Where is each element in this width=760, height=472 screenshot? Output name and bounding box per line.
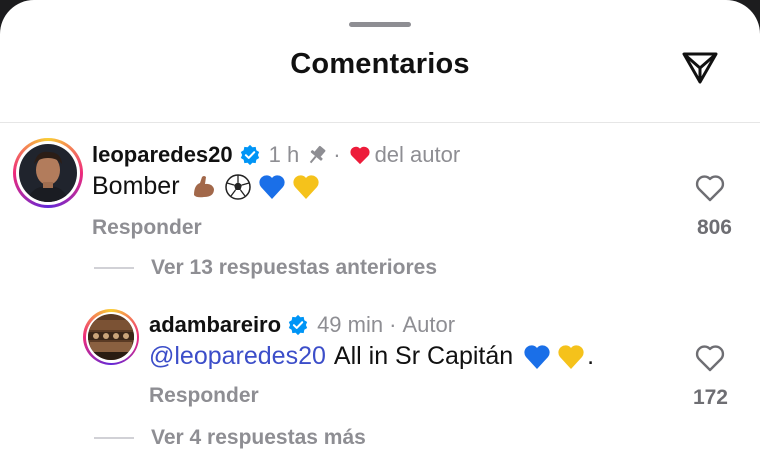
comment-meta: leoparedes20 1 h · del autor	[92, 142, 460, 168]
reply-trailing-period: .	[587, 342, 595, 370]
comment-text: Bomber	[92, 172, 320, 201]
view-replies-link[interactable]: Ver 13 respuestas anteriores	[151, 256, 437, 280]
liked-by-author-label: del autor	[374, 142, 461, 167]
header-divider	[0, 122, 760, 123]
reply-body: All in Sr Capitán	[333, 342, 514, 370]
blue-heart-icon	[258, 174, 285, 199]
like-count: 806	[696, 216, 732, 239]
like-count: 172	[692, 386, 728, 409]
thread-line	[94, 267, 134, 269]
like-heart-icon[interactable]	[694, 343, 726, 373]
thread-line	[94, 437, 134, 439]
comment-body: Bomber	[92, 172, 180, 200]
reply-avatar-image	[88, 314, 134, 360]
send-icon[interactable]	[680, 46, 720, 86]
heart-icon	[349, 146, 370, 165]
reply-button[interactable]: Responder	[149, 384, 259, 408]
drag-handle[interactable]	[349, 22, 411, 27]
comment-username[interactable]: leoparedes20	[92, 142, 233, 168]
comments-sheet: Comentarios leoparedes20 1 h · del autor…	[0, 0, 760, 472]
avatar[interactable]	[13, 138, 83, 208]
yellow-heart-icon	[558, 344, 584, 369]
verified-badge-icon	[288, 314, 308, 336]
author-tag: Autor	[402, 312, 456, 337]
meta-separator: ·	[333, 142, 341, 167]
flexed-biceps-icon	[193, 175, 214, 197]
reply-username[interactable]: adambareiro	[149, 312, 281, 338]
like-heart-icon[interactable]	[694, 173, 726, 203]
mention-link[interactable]: @leoparedes20	[149, 342, 326, 371]
view-more-replies-link[interactable]: Ver 4 respuestas más	[151, 426, 366, 450]
reply-text: @leoparedes20 All in Sr Capitán .	[149, 342, 594, 371]
verified-badge-icon	[240, 144, 259, 166]
meta-separator: ·	[389, 312, 397, 337]
comment-time: 1 h	[268, 142, 300, 167]
pin-icon	[310, 145, 326, 164]
avatar-image	[19, 144, 77, 202]
reply-avatar[interactable]	[83, 309, 139, 365]
reply-button[interactable]: Responder	[92, 216, 202, 240]
soccer-ball-icon	[224, 173, 251, 200]
reply-time: 49 min	[317, 312, 384, 337]
blue-heart-icon	[524, 344, 550, 369]
sheet-title: Comentarios	[290, 48, 470, 80]
yellow-heart-icon	[292, 174, 319, 199]
reply-meta: adambareiro 49 min · Autor	[149, 312, 455, 338]
